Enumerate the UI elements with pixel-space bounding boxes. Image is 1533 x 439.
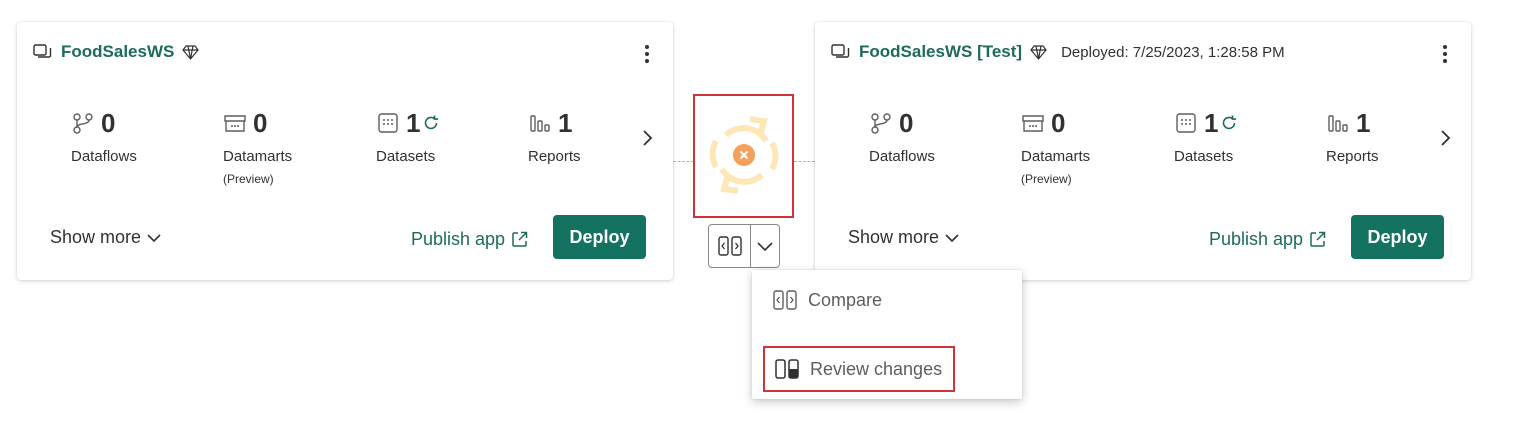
publish-app-link[interactable]: Publish app [1209,229,1326,250]
show-more-label: Show more [50,227,142,247]
diamond-icon [1030,44,1047,60]
refresh-icon [1220,114,1238,132]
compare-icon [773,290,797,310]
stat-count: 0 [1051,108,1066,138]
stat-count: 0 [101,108,116,138]
stat-count: 0 [899,108,914,138]
stage-card-development: FoodSalesWS 0 Dataflows 0 Datamarts (Pre… [17,22,673,280]
deploy-button[interactable]: Deploy [1351,215,1444,259]
stage-stats: 0 Dataflows 0 Datamarts (Preview) 1 Data… [869,108,1429,198]
compare-icon [717,236,742,256]
show-more-label: Show more [848,227,940,247]
publish-app-link[interactable]: Publish app [411,229,528,250]
stat-label: Reports [528,148,581,165]
card-header: FoodSalesWS [Test] Deployed: 7/25/2023, … [831,40,1455,64]
deploy-button[interactable]: Deploy [553,215,646,259]
stat-count: 1 [1204,108,1219,138]
menu-item-compare[interactable]: Compare [772,289,882,311]
workspace-icon [831,41,853,63]
sync-error-icon [709,116,778,194]
stat-dataflows[interactable]: 0 Dataflows [869,108,1009,165]
chevron-down-icon [147,233,161,242]
show-more-button[interactable]: Show more [848,227,959,248]
stat-count: 1 [1356,108,1371,138]
menu-item-review-changes[interactable]: Review changes [763,346,955,392]
stat-label: Dataflows [869,148,935,165]
report-icon [1326,111,1350,135]
dataflow-icon [869,111,893,135]
datamart-icon [223,111,247,135]
show-more-button[interactable]: Show more [50,227,161,248]
publish-app-label: Publish app [411,229,506,249]
stat-datasets[interactable]: 1 Datasets [1174,108,1314,165]
stat-sublabel: (Preview) [1021,172,1072,186]
datamart-icon [1021,111,1045,135]
chevron-down-icon [945,233,959,242]
stat-label: Dataflows [71,148,137,165]
chevron-right-icon[interactable] [1437,126,1453,150]
chevron-right-icon[interactable] [639,126,655,150]
menu-item-label: Compare [808,289,883,310]
stat-datamarts[interactable]: 0 Datamarts (Preview) [1021,108,1161,186]
stat-sublabel: (Preview) [223,172,274,186]
compare-dropdown-menu: Compare Review changes [752,270,1022,399]
stat-label: Datasets [1174,148,1234,165]
compare-split-button [708,224,780,268]
dataflow-icon [71,111,95,135]
workspace-icon [33,41,55,63]
stat-count: 0 [253,108,268,138]
pipeline-status-indicator[interactable] [693,94,794,218]
more-options-icon[interactable] [637,44,657,64]
stat-datasets[interactable]: 1 Datasets [376,108,516,165]
stat-dataflows[interactable]: 0 Dataflows [71,108,211,165]
deployed-timestamp: Deployed: 7/25/2023, 1:28:58 PM [1061,43,1285,61]
stat-count: 1 [406,108,421,138]
review-changes-icon [775,359,799,379]
external-link-icon [1310,231,1326,247]
stat-label: Datamarts [223,148,293,165]
stage-card-test: FoodSalesWS [Test] Deployed: 7/25/2023, … [815,22,1471,280]
report-icon [528,111,552,135]
stat-label: Datamarts [1021,148,1091,165]
stat-label: Reports [1326,148,1379,165]
menu-item-label: Review changes [810,358,943,379]
stat-datamarts[interactable]: 0 Datamarts (Preview) [223,108,363,186]
pipeline-connector [794,161,815,162]
stat-count: 1 [558,108,573,138]
card-header: FoodSalesWS [33,40,657,64]
chevron-down-icon [757,242,773,251]
publish-app-label: Publish app [1209,229,1304,249]
refresh-icon [422,114,440,132]
pipeline-connector [673,161,694,162]
more-options-icon[interactable] [1435,44,1455,64]
diamond-icon [182,44,200,60]
workspace-title[interactable]: FoodSalesWS [Test] [859,42,1022,62]
compare-button[interactable] [709,225,751,267]
dataset-icon [1174,111,1198,135]
stat-label: Datasets [376,148,436,165]
stage-stats: 0 Dataflows 0 Datamarts (Preview) 1 Data… [71,108,631,198]
external-link-icon [512,231,528,247]
dataset-icon [376,111,400,135]
workspace-title[interactable]: FoodSalesWS [61,42,174,62]
compare-dropdown-toggle[interactable] [751,225,779,267]
